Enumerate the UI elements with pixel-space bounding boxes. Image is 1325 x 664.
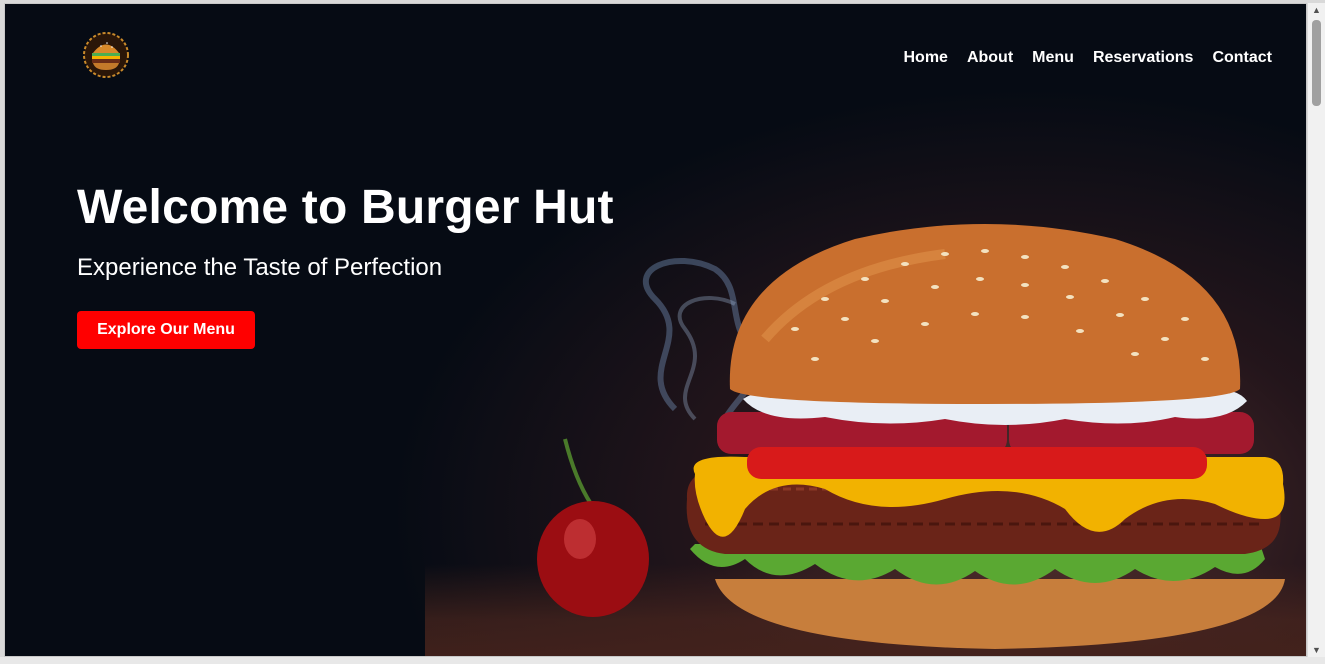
- nav-home[interactable]: Home: [904, 49, 948, 67]
- main-nav: Home About Menu Reservations Contact: [904, 49, 1273, 67]
- burger-logo-icon[interactable]: [81, 30, 131, 80]
- scroll-thumb[interactable]: [1312, 20, 1321, 106]
- burger-photo: [537, 224, 1285, 649]
- scroll-up-icon[interactable]: ▲: [1308, 3, 1325, 17]
- vertical-scrollbar[interactable]: ▲ ▼: [1308, 3, 1325, 657]
- nav-contact[interactable]: Contact: [1212, 49, 1272, 67]
- nav-about[interactable]: About: [967, 49, 1013, 67]
- nav-menu[interactable]: Menu: [1032, 49, 1074, 67]
- hero-subtitle: Experience the Taste of Perfection: [77, 254, 443, 281]
- page-viewport: Home About Menu Reservations Contact Wel…: [4, 3, 1307, 657]
- nav-reservations[interactable]: Reservations: [1093, 49, 1194, 67]
- explore-menu-button[interactable]: Explore Our Menu: [77, 311, 255, 349]
- scroll-down-icon[interactable]: ▼: [1308, 643, 1325, 657]
- bottom-edge: [0, 657, 1325, 664]
